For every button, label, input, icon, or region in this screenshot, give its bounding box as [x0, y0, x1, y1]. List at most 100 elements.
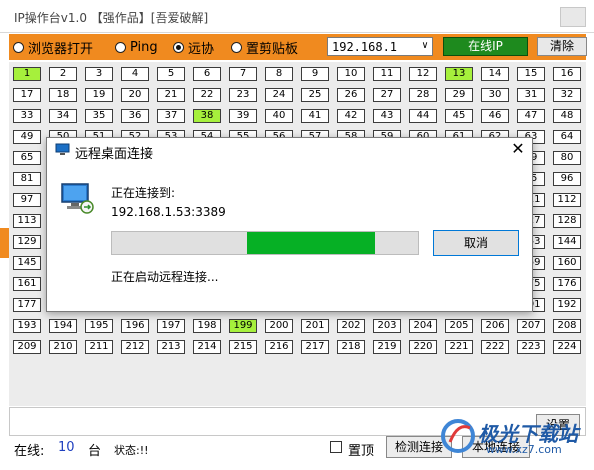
ip-cell[interactable]: 214 — [193, 340, 221, 354]
ip-cell[interactable]: 3 — [85, 67, 113, 81]
ip-cell[interactable]: 26 — [337, 88, 365, 102]
ip-cell[interactable]: 18 — [49, 88, 77, 102]
ip-cell[interactable]: 10 — [337, 67, 365, 81]
ip-cell[interactable]: 29 — [445, 88, 473, 102]
ip-cell[interactable]: 7 — [229, 67, 257, 81]
ip-cell[interactable]: 41 — [301, 109, 329, 123]
ip-cell[interactable]: 47 — [517, 109, 545, 123]
ip-cell[interactable]: 2 — [49, 67, 77, 81]
ip-cell[interactable]: 36 — [121, 109, 149, 123]
ip-cell[interactable]: 38 — [193, 109, 221, 123]
ip-cell[interactable]: 34 — [49, 109, 77, 123]
ip-cell[interactable]: 199 — [229, 319, 257, 333]
window-close-button[interactable] — [560, 7, 586, 27]
ip-cell[interactable]: 96 — [553, 172, 581, 186]
ip-cell[interactable]: 196 — [121, 319, 149, 333]
ip-cell[interactable]: 45 — [445, 109, 473, 123]
chevron-down-icon[interactable]: ∨ — [422, 40, 428, 51]
ip-cell[interactable]: 37 — [157, 109, 185, 123]
ip-cell[interactable]: 208 — [553, 319, 581, 333]
ip-cell[interactable]: 33 — [13, 109, 41, 123]
close-icon[interactable]: ✕ — [509, 140, 527, 158]
ip-cell[interactable]: 80 — [553, 151, 581, 165]
ip-cell[interactable]: 193 — [13, 319, 41, 333]
radio-browser-open[interactable]: 浏览器打开 — [13, 39, 93, 57]
ip-cell[interactable]: 31 — [517, 88, 545, 102]
ip-cell[interactable]: 200 — [265, 319, 293, 333]
ip-cell[interactable]: 16 — [553, 67, 581, 81]
online-ip-button[interactable]: 在线IP — [443, 37, 528, 56]
ip-cell[interactable]: 27 — [373, 88, 401, 102]
radio-ping[interactable]: Ping — [115, 39, 158, 55]
ip-cell[interactable]: 28 — [409, 88, 437, 102]
ip-cell[interactable]: 30 — [481, 88, 509, 102]
ip-cell[interactable]: 202 — [337, 319, 365, 333]
ip-cell[interactable]: 19 — [85, 88, 113, 102]
ip-cell[interactable]: 219 — [373, 340, 401, 354]
ip-cell[interactable]: 204 — [409, 319, 437, 333]
ip-cell[interactable]: 212 — [121, 340, 149, 354]
pin-checkbox[interactable] — [330, 441, 342, 453]
ip-cell[interactable]: 203 — [373, 319, 401, 333]
ip-cell[interactable]: 222 — [481, 340, 509, 354]
ip-cell[interactable]: 194 — [49, 319, 77, 333]
ip-cell[interactable]: 223 — [517, 340, 545, 354]
ip-cell[interactable]: 43 — [373, 109, 401, 123]
ip-cell[interactable]: 22 — [193, 88, 221, 102]
ip-cell[interactable]: 48 — [553, 109, 581, 123]
ip-cell[interactable]: 176 — [553, 277, 581, 291]
ip-cell[interactable]: 211 — [85, 340, 113, 354]
ip-cell[interactable]: 113 — [13, 214, 41, 228]
ip-cell[interactable]: 49 — [13, 130, 41, 144]
ip-cell[interactable]: 4 — [121, 67, 149, 81]
ip-cell[interactable]: 129 — [13, 235, 41, 249]
ip-cell[interactable]: 17 — [13, 88, 41, 102]
ip-cell[interactable]: 81 — [13, 172, 41, 186]
ip-cell[interactable]: 201 — [301, 319, 329, 333]
ip-cell[interactable]: 9 — [301, 67, 329, 81]
ip-cell[interactable]: 144 — [553, 235, 581, 249]
ip-cell[interactable]: 40 — [265, 109, 293, 123]
ip-cell[interactable]: 42 — [337, 109, 365, 123]
ip-cell[interactable]: 218 — [337, 340, 365, 354]
ip-cell[interactable]: 97 — [13, 193, 41, 207]
radio-remote[interactable]: 远协 — [173, 39, 214, 57]
ip-cell[interactable]: 20 — [121, 88, 149, 102]
ip-cell[interactable]: 23 — [229, 88, 257, 102]
ip-cell[interactable]: 161 — [13, 277, 41, 291]
ip-cell[interactable]: 5 — [157, 67, 185, 81]
ip-cell[interactable]: 207 — [517, 319, 545, 333]
ip-cell[interactable]: 25 — [301, 88, 329, 102]
ip-cell[interactable]: 210 — [49, 340, 77, 354]
ip-cell[interactable]: 112 — [553, 193, 581, 207]
ip-cell[interactable]: 44 — [409, 109, 437, 123]
ip-cell[interactable]: 217 — [301, 340, 329, 354]
ip-cell[interactable]: 35 — [85, 109, 113, 123]
ip-cell[interactable]: 220 — [409, 340, 437, 354]
ip-cell[interactable]: 24 — [265, 88, 293, 102]
ip-cell[interactable]: 215 — [229, 340, 257, 354]
ip-cell[interactable]: 213 — [157, 340, 185, 354]
ip-cell[interactable]: 39 — [229, 109, 257, 123]
ip-cell[interactable]: 11 — [373, 67, 401, 81]
ip-cell[interactable]: 192 — [553, 298, 581, 312]
ip-cell[interactable]: 198 — [193, 319, 221, 333]
ip-cell[interactable]: 216 — [265, 340, 293, 354]
ip-cell[interactable]: 21 — [157, 88, 185, 102]
ip-cell[interactable]: 128 — [553, 214, 581, 228]
ip-cell[interactable]: 46 — [481, 109, 509, 123]
radio-clipboard[interactable]: 置剪贴板 — [231, 39, 298, 57]
ip-cell[interactable]: 8 — [265, 67, 293, 81]
ip-cell[interactable]: 64 — [553, 130, 581, 144]
ip-cell[interactable]: 195 — [85, 319, 113, 333]
ip-cell[interactable]: 205 — [445, 319, 473, 333]
ip-cell[interactable]: 14 — [481, 67, 509, 81]
ip-cell[interactable]: 145 — [13, 256, 41, 270]
ip-cell[interactable]: 221 — [445, 340, 473, 354]
ip-prefix-combobox[interactable]: 192.168.1 ∨ — [327, 37, 433, 56]
ip-cell[interactable]: 13 — [445, 67, 473, 81]
ip-cell[interactable]: 160 — [553, 256, 581, 270]
ip-cell[interactable]: 209 — [13, 340, 41, 354]
ip-cell[interactable]: 32 — [553, 88, 581, 102]
ip-cell[interactable]: 177 — [13, 298, 41, 312]
